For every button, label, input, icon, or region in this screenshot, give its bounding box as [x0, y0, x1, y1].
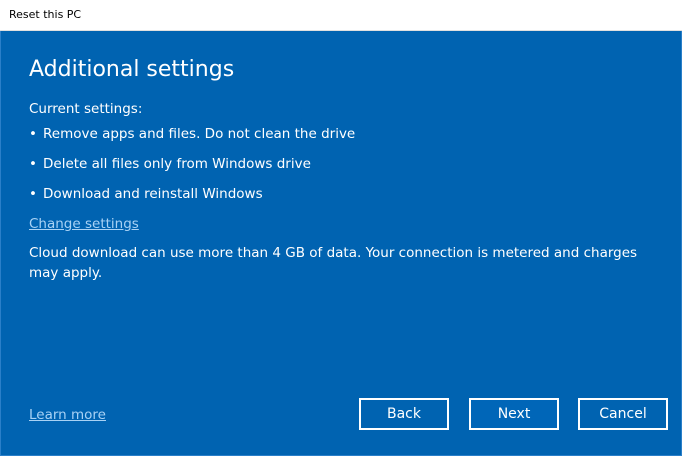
setting-item-delete-files: • Delete all files only from Windows driv… — [29, 155, 311, 173]
setting-item-label: Delete all files only from Windows drive — [43, 156, 311, 172]
bullet-icon: • — [29, 126, 37, 142]
page-title: Additional settings — [29, 57, 235, 82]
learn-more-link[interactable]: Learn more — [29, 406, 106, 424]
title-bar: Reset this PC — [0, 0, 682, 31]
window-title: Reset this PC — [9, 8, 82, 21]
reset-pc-dialog: Reset this PC Additional settings Curren… — [0, 0, 682, 456]
setting-item-label: Remove apps and files. Do not clean the … — [43, 126, 356, 142]
back-button[interactable]: Back — [359, 398, 449, 430]
setting-item-remove-apps: • Remove apps and files. Do not clean the… — [29, 125, 355, 143]
setting-item-label: Download and reinstall Windows — [43, 186, 263, 202]
bullet-icon: • — [29, 186, 37, 202]
next-button[interactable]: Next — [469, 398, 559, 430]
current-settings-label: Current settings: — [29, 101, 143, 117]
setting-item-download-reinstall: • Download and reinstall Windows — [29, 185, 263, 203]
bullet-icon: • — [29, 156, 37, 172]
change-settings-link[interactable]: Change settings — [29, 215, 139, 233]
cancel-button[interactable]: Cancel — [578, 398, 668, 430]
metered-connection-note: Cloud download can use more than 4 GB of… — [29, 245, 638, 281]
